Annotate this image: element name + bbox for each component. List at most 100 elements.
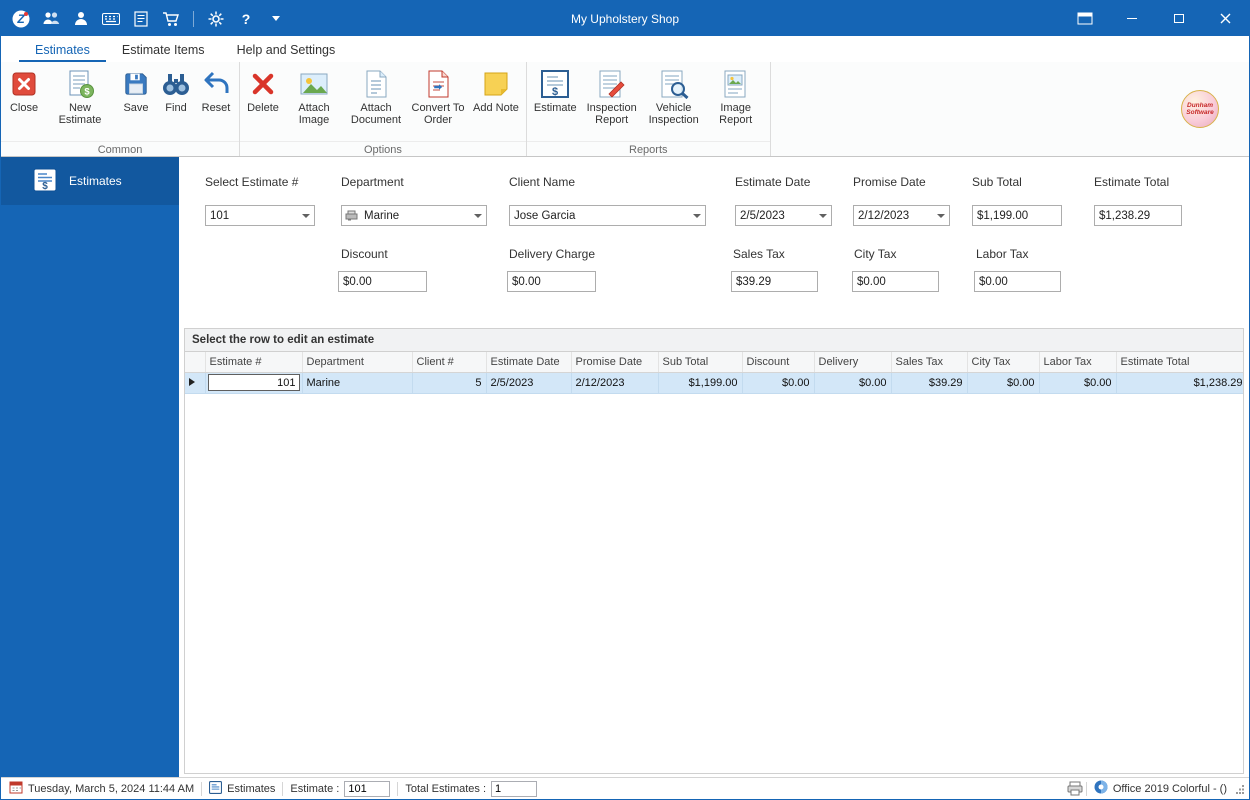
city-tax-field[interactable]: [852, 271, 939, 292]
tab-estimate-items[interactable]: Estimate Items: [106, 38, 221, 62]
cell-client-number: 5: [412, 372, 486, 393]
col-delivery[interactable]: Delivery: [814, 352, 891, 372]
inspection-report-button[interactable]: Inspection Report: [581, 65, 643, 141]
promise-date-picker[interactable]: [853, 205, 950, 226]
department-input[interactable]: [360, 206, 470, 225]
image-report-button[interactable]: Image Report: [705, 65, 767, 141]
grid-row[interactable]: 101 Marine 5 2/5/2023 2/12/2023 $1,199.0…: [185, 372, 1244, 393]
promise-date-input[interactable]: [854, 206, 933, 225]
discount-input[interactable]: [339, 272, 426, 291]
clients-icon[interactable]: [41, 9, 61, 29]
sales-tax-input[interactable]: [732, 272, 817, 291]
close-window-button[interactable]: [1202, 1, 1249, 36]
sub-total-input[interactable]: [973, 206, 1061, 225]
estimate-date-input[interactable]: [736, 206, 815, 225]
attach-document-button[interactable]: Attach Document: [345, 65, 407, 141]
qat-customize-chevron-icon[interactable]: [266, 9, 286, 29]
cell-labor-tax: $0.00: [1039, 372, 1116, 393]
tab-help-and-settings[interactable]: Help and Settings: [221, 38, 352, 62]
theme-icon: [1094, 780, 1108, 797]
labor-tax-input[interactable]: [975, 272, 1060, 291]
maximize-button[interactable]: [1155, 1, 1202, 36]
discount-field[interactable]: [338, 271, 427, 292]
col-estimate-date[interactable]: Estimate Date: [486, 352, 571, 372]
sub-total-field[interactable]: [972, 205, 1062, 226]
statusbar-estimates-icon: [209, 781, 222, 797]
col-discount[interactable]: Discount: [742, 352, 814, 372]
ribbon: Close $ New Estimate Save: [1, 62, 1249, 157]
delivery-charge-field[interactable]: [507, 271, 596, 292]
col-sales-tax[interactable]: Sales Tax: [891, 352, 967, 372]
vehicle-inspection-button[interactable]: Vehicle Inspection: [643, 65, 705, 141]
convert-to-order-button[interactable]: Convert To Order: [407, 65, 469, 141]
delivery-charge-input[interactable]: [508, 272, 595, 291]
delete-button[interactable]: Delete: [243, 65, 283, 141]
department-combo[interactable]: [341, 205, 487, 226]
select-estimate-input[interactable]: [206, 206, 298, 225]
col-estimate-total[interactable]: Estimate Total: [1116, 352, 1244, 372]
department-label: Department: [341, 175, 404, 189]
row-indicator-cell: [185, 372, 205, 393]
col-promise-date[interactable]: Promise Date: [571, 352, 658, 372]
client-name-input[interactable]: [510, 206, 689, 225]
navigation-sidebar: $ Estimates: [1, 157, 179, 777]
attach-image-button[interactable]: Attach Image: [283, 65, 345, 141]
col-estimate-number[interactable]: Estimate #: [205, 352, 302, 372]
col-city-tax[interactable]: City Tax: [967, 352, 1039, 372]
cell-estimate-number[interactable]: 101: [208, 374, 300, 391]
calendar-icon: [9, 780, 23, 797]
gear-icon[interactable]: [206, 9, 226, 29]
labor-tax-field[interactable]: [974, 271, 1061, 292]
reset-button[interactable]: Reset: [196, 65, 236, 141]
find-icon: [161, 68, 191, 100]
minimize-button[interactable]: [1108, 1, 1155, 36]
col-client-number[interactable]: Client #: [412, 352, 486, 372]
cell-promise-date: 2/12/2023: [571, 372, 658, 393]
ribbon-display-options-button[interactable]: [1061, 1, 1108, 36]
printer-icon[interactable]: [1067, 781, 1083, 796]
estimate-report-button[interactable]: $ Estimate: [530, 65, 581, 141]
col-department[interactable]: Department: [302, 352, 412, 372]
theme-label: Office 2019 Colorful - (): [1113, 783, 1227, 795]
contact-icon[interactable]: [71, 9, 91, 29]
col-labor-tax[interactable]: Labor Tax: [1039, 352, 1116, 372]
new-estimate-icon: $: [65, 68, 95, 100]
cart-icon[interactable]: [161, 9, 181, 29]
select-estimate-combo[interactable]: [205, 205, 315, 226]
theme-selector[interactable]: Office 2019 Colorful - (): [1090, 780, 1231, 797]
client-name-dropdown-button[interactable]: [689, 206, 705, 225]
col-sub-total[interactable]: Sub Total: [658, 352, 742, 372]
select-estimate-dropdown-button[interactable]: [298, 206, 314, 225]
department-dropdown-button[interactable]: [470, 206, 486, 225]
estimate-total-field[interactable]: [1094, 205, 1182, 226]
invoices-icon[interactable]: [131, 9, 151, 29]
ribbon-tab-bar: Estimates Estimate Items Help and Settin…: [1, 36, 1249, 62]
tab-estimates[interactable]: Estimates: [19, 38, 106, 62]
new-estimate-button[interactable]: $ New Estimate: [44, 65, 116, 141]
statusbar-total-value-box[interactable]: [491, 781, 537, 797]
keyboard-icon[interactable]: [101, 9, 121, 29]
client-name-combo[interactable]: [509, 205, 706, 226]
close-button[interactable]: Close: [4, 65, 44, 141]
app-logo-icon[interactable]: Z: [11, 9, 31, 29]
resize-grip[interactable]: [1235, 784, 1245, 794]
city-tax-input[interactable]: [853, 272, 938, 291]
add-note-button-label: Add Note: [473, 102, 519, 114]
add-note-button[interactable]: Add Note: [469, 65, 523, 141]
promise-date-dropdown-button[interactable]: [933, 206, 949, 225]
statusbar-estimate-value-box[interactable]: [344, 781, 390, 797]
help-icon[interactable]: ?: [236, 9, 256, 29]
estimate-date-dropdown-button[interactable]: [815, 206, 831, 225]
save-button[interactable]: Save: [116, 65, 156, 141]
estimate-date-picker[interactable]: [735, 205, 832, 226]
delete-icon: [250, 68, 276, 100]
find-button[interactable]: Find: [156, 65, 196, 141]
estimate-total-input[interactable]: [1095, 206, 1181, 225]
dunham-software-logo: Dunham Software: [1181, 90, 1219, 128]
reset-icon: [202, 68, 230, 100]
add-note-icon: [483, 68, 509, 100]
ribbon-group-options: Delete Attach Image Attach Document: [240, 62, 527, 156]
sidebar-item-estimates[interactable]: $ Estimates: [1, 157, 179, 205]
sales-tax-field[interactable]: [731, 271, 818, 292]
cell-discount: $0.00: [742, 372, 814, 393]
